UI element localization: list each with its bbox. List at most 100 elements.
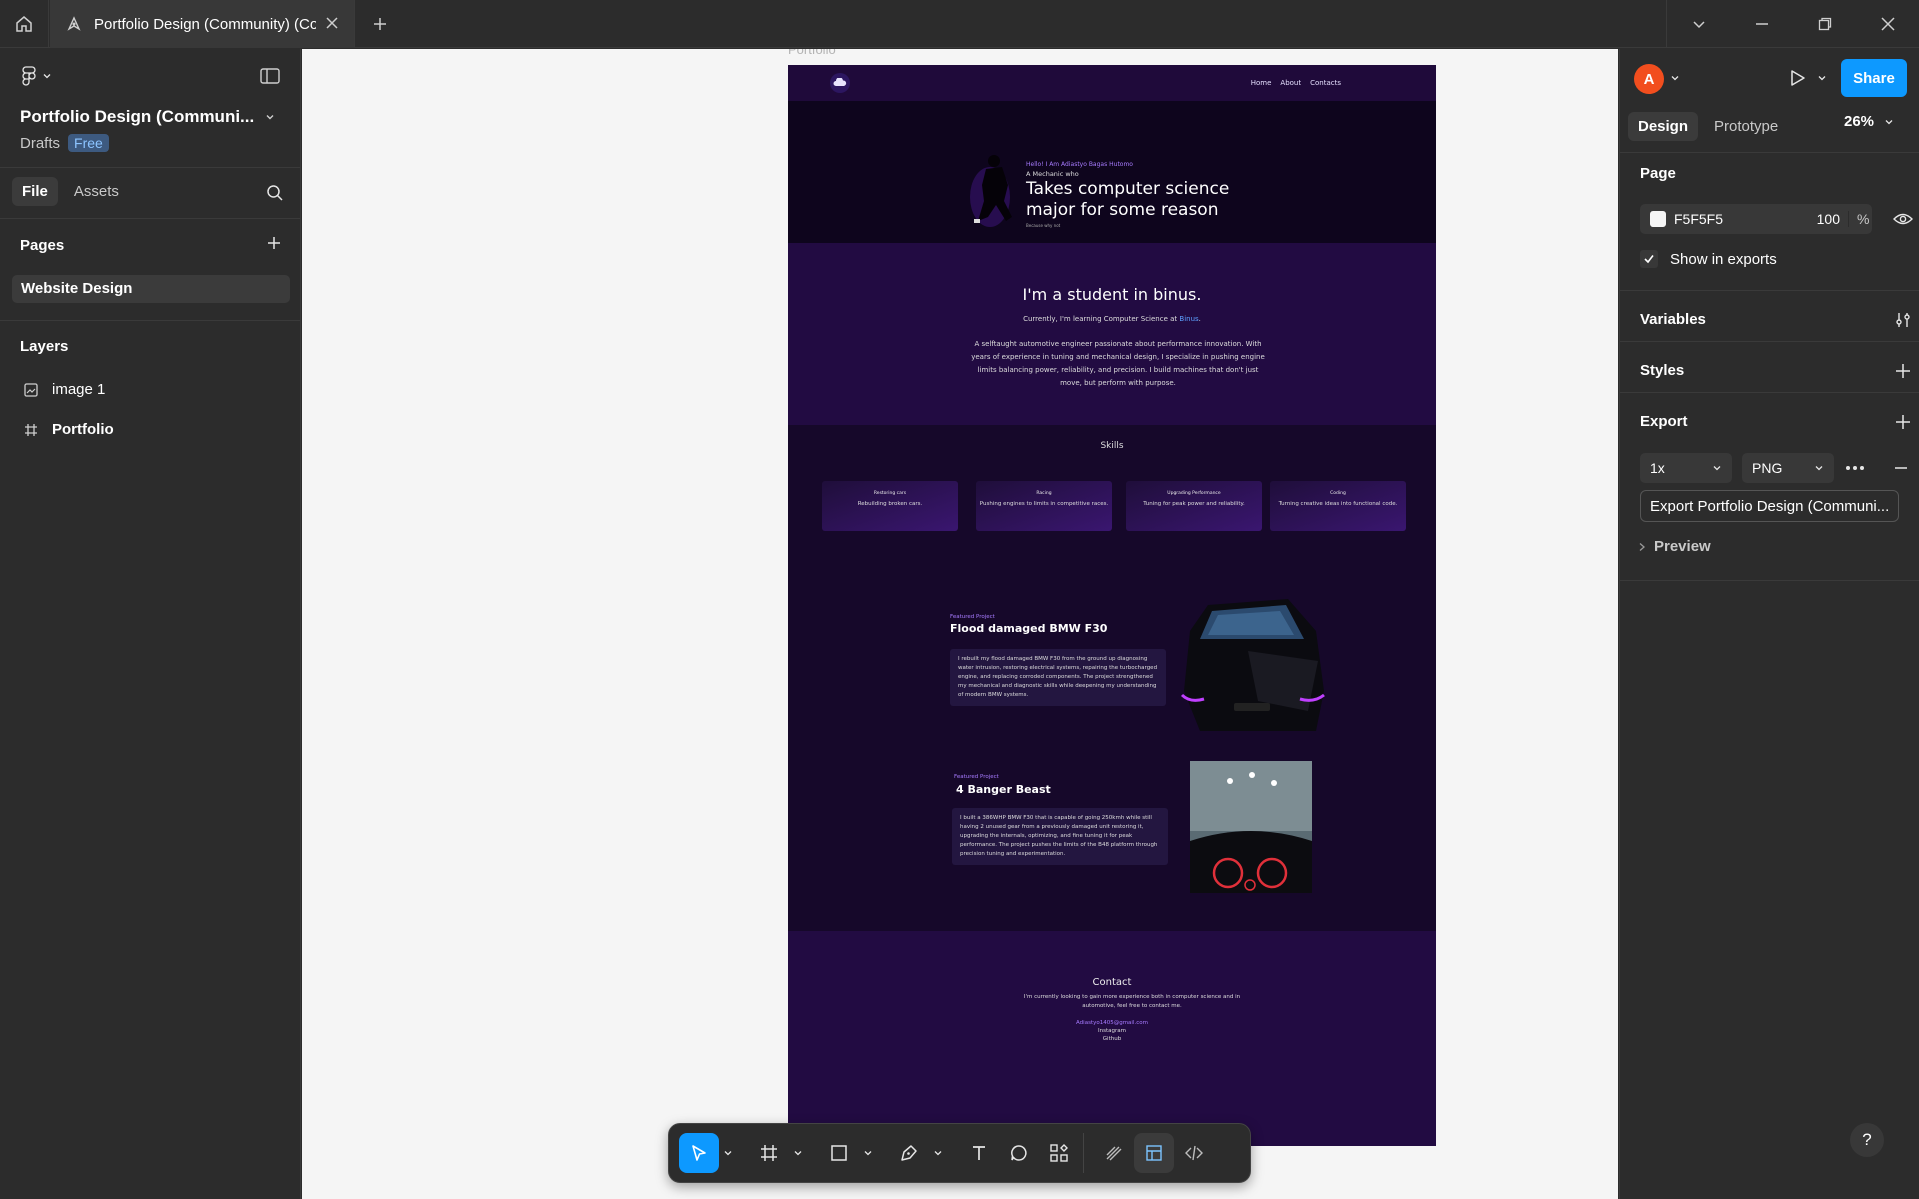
skill-title: Racing bbox=[1036, 491, 1052, 496]
sliders-icon bbox=[1896, 313, 1910, 327]
export-format-select[interactable]: PNG bbox=[1742, 453, 1834, 483]
export-scale-select[interactable]: 1x bbox=[1640, 453, 1732, 483]
design-mode-button[interactable] bbox=[1134, 1133, 1174, 1173]
figma-logo-icon bbox=[22, 66, 36, 86]
rectangle-tool-button[interactable] bbox=[819, 1133, 859, 1173]
export-button[interactable]: Export Portfolio Design (Communi... bbox=[1640, 490, 1899, 522]
site-nav-contacts: Contacts bbox=[1310, 79, 1341, 87]
opacity-unit: % bbox=[1848, 211, 1869, 227]
divider bbox=[1620, 341, 1919, 342]
skill-desc: Pushing engines to limits in competitive… bbox=[979, 501, 1109, 507]
about-heading: I'm a student in binus. bbox=[1022, 285, 1202, 304]
frame-label[interactable]: Portfolio bbox=[788, 49, 836, 57]
about-subheading: Currently, I'm learning Computer Science… bbox=[1023, 315, 1201, 323]
tab-menu-button[interactable] bbox=[1667, 0, 1730, 48]
chevron-down-icon bbox=[1815, 466, 1823, 471]
tab-close-button[interactable] bbox=[324, 15, 340, 31]
pen-tool-button[interactable] bbox=[889, 1133, 929, 1173]
window-controls bbox=[1666, 0, 1919, 48]
skill-desc: Turning creative ideas into functional c… bbox=[1278, 501, 1398, 507]
project-menu-button[interactable] bbox=[264, 111, 276, 123]
draw-mode-button[interactable] bbox=[1094, 1133, 1134, 1173]
chevron-down-icon bbox=[934, 1151, 942, 1156]
layers-heading: Layers bbox=[20, 338, 69, 355]
present-menu-button[interactable] bbox=[1817, 73, 1827, 83]
image-icon bbox=[24, 382, 38, 397]
restore-button[interactable] bbox=[1793, 0, 1856, 48]
zoom-dropdown[interactable]: 26% bbox=[1844, 113, 1894, 130]
preview-toggle[interactable]: Preview bbox=[1638, 538, 1711, 555]
skill-desc: Rebuilding broken cars. bbox=[857, 501, 923, 507]
layer-label: Portfolio bbox=[52, 421, 114, 438]
page-fill-hex[interactable]: F5F5F5 bbox=[1674, 211, 1804, 227]
close-window-button[interactable] bbox=[1856, 0, 1919, 48]
add-page-button[interactable] bbox=[266, 235, 282, 251]
help-button[interactable]: ? bbox=[1850, 1123, 1884, 1157]
actions-tool-button[interactable] bbox=[1039, 1133, 1079, 1173]
home-button[interactable] bbox=[0, 0, 49, 48]
divider bbox=[0, 218, 300, 219]
remove-export-button[interactable] bbox=[1893, 461, 1909, 475]
page-item-website-design[interactable]: Website Design bbox=[12, 275, 290, 303]
share-button[interactable]: Share bbox=[1841, 59, 1907, 97]
dev-mode-button[interactable] bbox=[1174, 1133, 1214, 1173]
tab-file[interactable]: File bbox=[12, 177, 58, 206]
export-settings-button[interactable] bbox=[1844, 461, 1866, 475]
minus-icon bbox=[1895, 467, 1907, 469]
plus-icon bbox=[374, 18, 386, 30]
add-style-button[interactable] bbox=[1894, 362, 1912, 380]
binus-link: Binus bbox=[1179, 315, 1199, 323]
chevron-down-icon bbox=[1885, 119, 1893, 124]
toggle-visibility-button[interactable] bbox=[1893, 211, 1913, 227]
pages-heading: Pages bbox=[20, 237, 65, 254]
new-tab-button[interactable] bbox=[368, 12, 392, 36]
comment-tool-button[interactable] bbox=[999, 1133, 1039, 1173]
project-title[interactable]: Portfolio Design (Communi... bbox=[20, 107, 255, 127]
tools-toolbar bbox=[668, 1123, 1251, 1183]
tab-prototype[interactable]: Prototype bbox=[1704, 112, 1788, 141]
variables-settings-button[interactable] bbox=[1894, 311, 1912, 329]
layer-item-portfolio[interactable]: Portfolio bbox=[24, 421, 114, 438]
play-icon bbox=[1791, 70, 1805, 86]
layer-item-image[interactable]: image 1 bbox=[24, 381, 105, 398]
tab-design[interactable]: Design bbox=[1628, 112, 1699, 141]
main-menu-button[interactable] bbox=[22, 66, 52, 86]
show-in-exports-row[interactable]: Show in exports bbox=[1640, 250, 1777, 268]
present-button[interactable] bbox=[1787, 68, 1807, 88]
variables-heading: Variables bbox=[1640, 311, 1706, 328]
shape-tool-menu[interactable] bbox=[859, 1133, 877, 1173]
frame-tool-menu[interactable] bbox=[789, 1133, 807, 1173]
toolbar-divider bbox=[1083, 1133, 1084, 1173]
user-menu-button[interactable] bbox=[1670, 73, 1680, 83]
frame-tool-button[interactable] bbox=[749, 1133, 789, 1173]
page-fill-row[interactable]: F5F5F5 100 % bbox=[1640, 204, 1872, 234]
cloud-icon bbox=[833, 78, 847, 86]
move-tool-button[interactable] bbox=[679, 1133, 719, 1173]
contact-github: Github bbox=[1102, 1036, 1122, 1042]
minimize-button[interactable] bbox=[1730, 0, 1793, 48]
portfolio-frame[interactable]: Home About Contacts Hello! I Am Adiastyo… bbox=[788, 65, 1436, 1146]
avatar[interactable]: A bbox=[1634, 64, 1664, 94]
dashboard-image bbox=[1190, 761, 1312, 893]
skill-card: Upgrading Performance Tuning for peak po… bbox=[1126, 481, 1262, 531]
tab-assets[interactable]: Assets bbox=[64, 177, 129, 206]
show-in-exports-checkbox[interactable] bbox=[1640, 250, 1658, 268]
site-hero: Hello! I Am Adiastyo Bagas Hutomo A Mech… bbox=[788, 101, 1436, 243]
add-export-button[interactable] bbox=[1894, 413, 1912, 431]
project-description: I rebuilt my flood damaged BMW F30 from … bbox=[950, 649, 1166, 706]
divider bbox=[1620, 392, 1919, 393]
page-fill-opacity[interactable]: 100 bbox=[1808, 211, 1848, 227]
drafts-label[interactable]: Drafts bbox=[20, 135, 60, 152]
toggle-sidebar-button[interactable] bbox=[260, 68, 280, 84]
canvas[interactable]: Portfolio Home About Contacts Hello! I A… bbox=[302, 49, 1618, 1199]
file-tab[interactable]: Portfolio Design (Community) (Co bbox=[50, 0, 355, 48]
text-tool-button[interactable] bbox=[959, 1133, 999, 1173]
check-icon bbox=[1644, 255, 1654, 264]
home-icon bbox=[16, 16, 32, 32]
search-layers-button[interactable] bbox=[266, 184, 284, 202]
contact-heading: Contact bbox=[1092, 977, 1132, 988]
color-swatch[interactable] bbox=[1650, 211, 1666, 227]
chevron-down-icon bbox=[1713, 466, 1721, 471]
pen-tool-menu[interactable] bbox=[929, 1133, 947, 1173]
move-tool-menu[interactable] bbox=[719, 1133, 737, 1173]
